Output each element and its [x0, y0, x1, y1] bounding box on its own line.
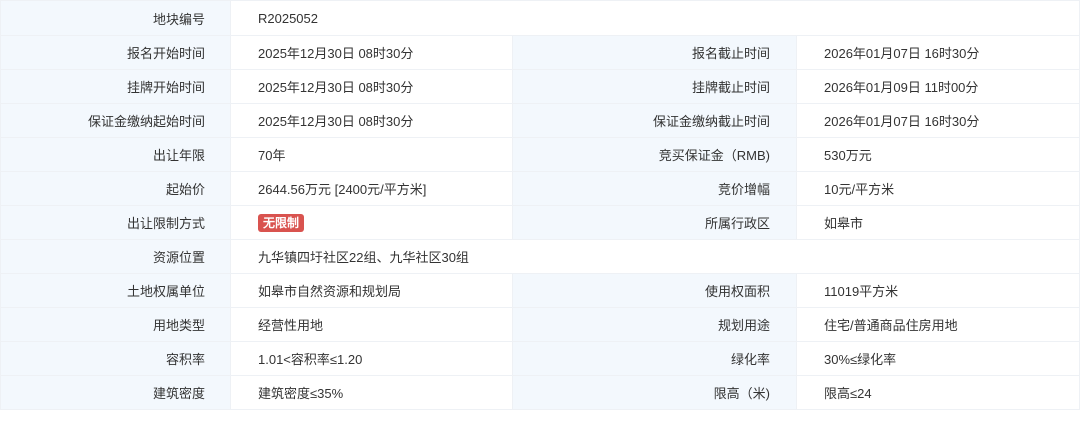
- value-bid-deposit: 530万元: [795, 137, 1080, 172]
- row-price: 起始价 2644.56万元 [2400元/平方米] 竞价增幅 10元/平方米: [0, 171, 1080, 206]
- value-transfer-term: 70年: [230, 137, 513, 172]
- value-height-limit: 限高≤24: [795, 375, 1080, 410]
- value-bid-increment: 10元/平方米: [795, 171, 1080, 206]
- label-height-limit: 限高（米): [512, 375, 797, 410]
- row-listing-time: 挂牌开始时间 2025年12月30日 08时30分 挂牌截止时间 2026年01…: [0, 69, 1080, 104]
- value-district: 如皋市: [795, 205, 1080, 240]
- label-starting-price: 起始价: [0, 171, 231, 206]
- label-resource-location: 资源位置: [0, 239, 231, 274]
- row-ratios: 容积率 1.01<容积率≤1.20 绿化率 30%≤绿化率: [0, 341, 1080, 376]
- value-land-type: 经营性用地: [230, 307, 513, 342]
- label-registration-end: 报名截止时间: [512, 35, 797, 70]
- label-building-density: 建筑密度: [0, 375, 231, 410]
- value-registration-start: 2025年12月30日 08时30分: [230, 35, 513, 70]
- row-land-use: 用地类型 经营性用地 规划用途 住宅/普通商品住房用地: [0, 307, 1080, 342]
- row-term-deposit: 出让年限 70年 竞买保证金（RMB) 530万元: [0, 137, 1080, 172]
- row-deposit-time: 保证金缴纳起始时间 2025年12月30日 08时30分 保证金缴纳截止时间 2…: [0, 103, 1080, 138]
- row-density-height: 建筑密度 建筑密度≤35% 限高（米) 限高≤24: [0, 375, 1080, 410]
- value-planned-use: 住宅/普通商品住房用地: [795, 307, 1080, 342]
- label-plot-ratio: 容积率: [0, 341, 231, 376]
- no-restriction-badge: 无限制: [258, 213, 305, 232]
- value-land-owner: 如皋市自然资源和规划局: [230, 273, 513, 308]
- value-deposit-end: 2026年01月07日 16时30分: [795, 103, 1080, 138]
- row-location: 资源位置 九华镇四圩社区22组、九华社区30组: [0, 239, 1080, 274]
- label-district: 所属行政区: [512, 205, 797, 240]
- label-parcel-number: 地块编号: [0, 0, 231, 36]
- value-listing-end: 2026年01月09日 11时00分: [795, 69, 1080, 104]
- value-use-right-area: 11019平方米: [795, 273, 1080, 308]
- label-deposit-end: 保证金缴纳截止时间: [512, 103, 797, 138]
- label-green-ratio: 绿化率: [512, 341, 797, 376]
- label-listing-start: 挂牌开始时间: [0, 69, 231, 104]
- value-resource-location: 九华镇四圩社区22组、九华社区30组: [229, 239, 1080, 274]
- label-bid-deposit: 竞买保证金（RMB): [512, 137, 797, 172]
- label-land-owner: 土地权属单位: [0, 273, 231, 308]
- row-registration-time: 报名开始时间 2025年12月30日 08时30分 报名截止时间 2026年01…: [0, 35, 1080, 70]
- row-parcel-number: 地块编号 R2025052: [0, 0, 1080, 36]
- label-land-type: 用地类型: [0, 307, 231, 342]
- row-restriction: 出让限制方式 无限制 所属行政区 如皋市: [0, 205, 1080, 240]
- value-registration-end: 2026年01月07日 16时30分: [795, 35, 1080, 70]
- label-use-right-area: 使用权面积: [512, 273, 797, 308]
- row-ownership: 土地权属单位 如皋市自然资源和规划局 使用权面积 11019平方米: [0, 273, 1080, 308]
- value-listing-start: 2025年12月30日 08时30分: [230, 69, 513, 104]
- label-planned-use: 规划用途: [512, 307, 797, 342]
- label-registration-start: 报名开始时间: [0, 35, 231, 70]
- label-restriction-method: 出让限制方式: [0, 205, 231, 240]
- label-deposit-start: 保证金缴纳起始时间: [0, 103, 231, 138]
- label-listing-end: 挂牌截止时间: [512, 69, 797, 104]
- value-deposit-start: 2025年12月30日 08时30分: [230, 103, 513, 138]
- value-starting-price: 2644.56万元 [2400元/平方米]: [230, 171, 513, 206]
- value-green-ratio: 30%≤绿化率: [795, 341, 1080, 376]
- label-bid-increment: 竞价增幅: [512, 171, 797, 206]
- land-info-table: 地块编号 R2025052 报名开始时间 2025年12月30日 08时30分 …: [0, 0, 1080, 410]
- value-plot-ratio: 1.01<容积率≤1.20: [230, 341, 513, 376]
- value-parcel-number: R2025052: [229, 0, 1080, 36]
- value-restriction-method: 无限制: [230, 205, 513, 240]
- label-transfer-term: 出让年限: [0, 137, 231, 172]
- value-building-density: 建筑密度≤35%: [230, 375, 513, 410]
